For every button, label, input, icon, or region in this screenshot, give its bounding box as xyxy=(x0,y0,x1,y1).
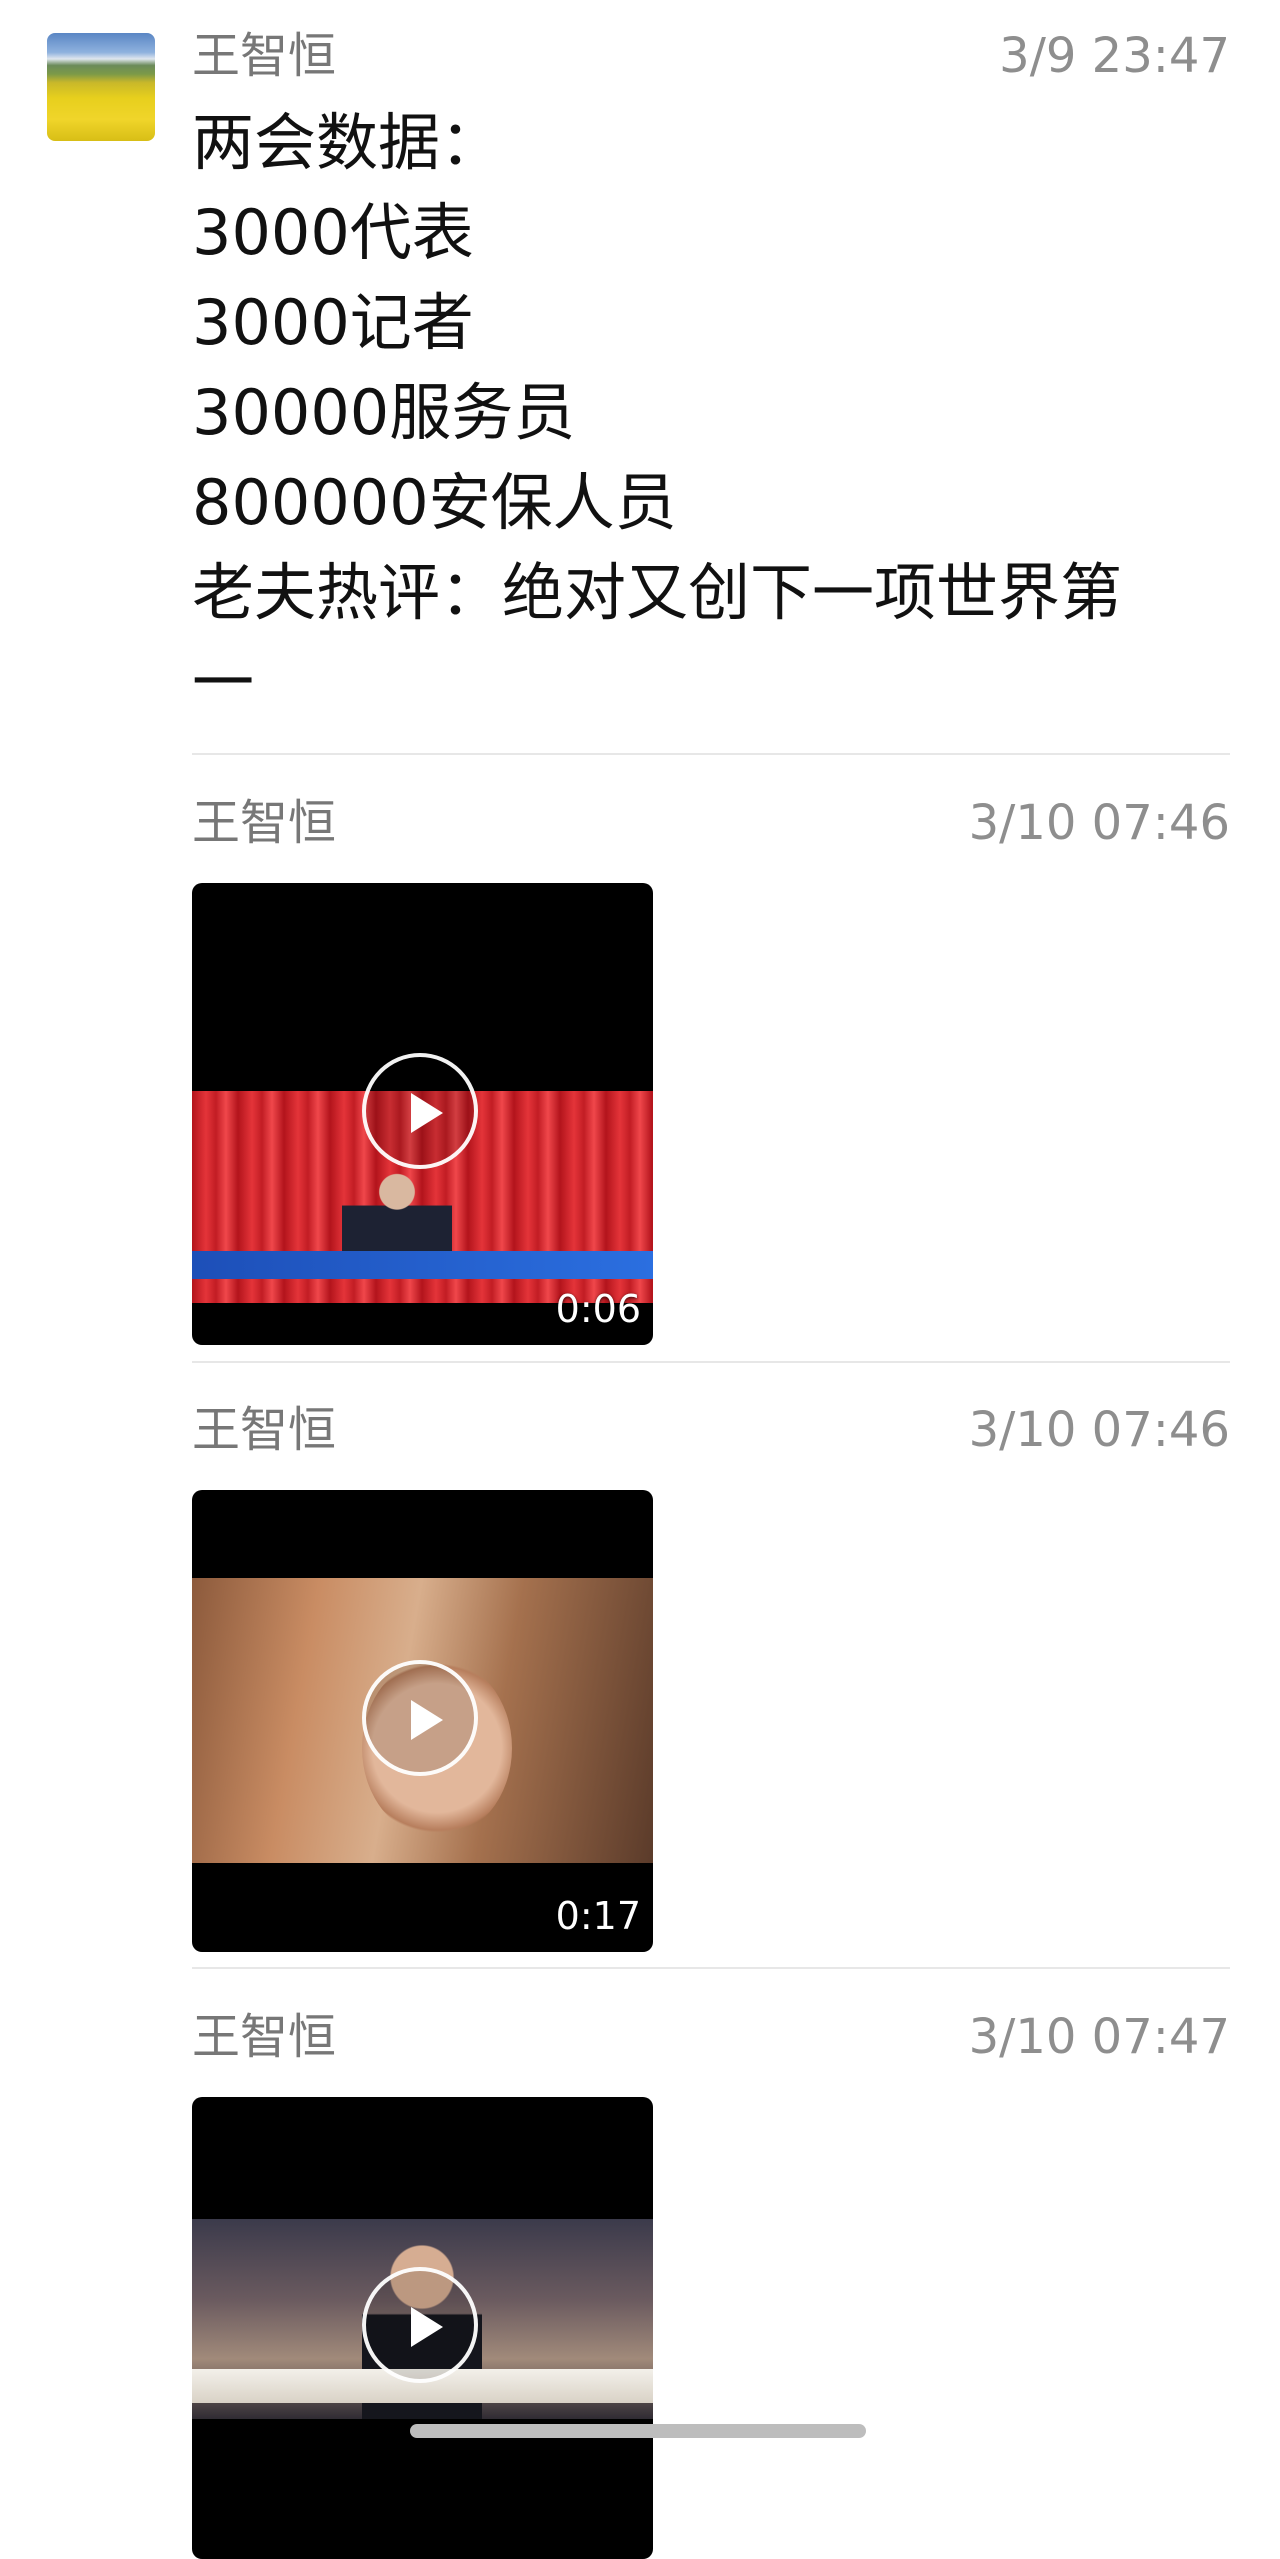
play-icon[interactable] xyxy=(362,2267,478,2383)
message-line: 3000记者 xyxy=(192,286,474,359)
message-time: 3/10 07:46 xyxy=(968,795,1230,851)
sender-name[interactable]: 王智恒 xyxy=(192,2007,336,2067)
home-indicator[interactable] xyxy=(410,2424,866,2438)
message-line: 一 xyxy=(192,646,255,719)
message-line: 800000安保人员 xyxy=(192,466,677,539)
message-time: 3/10 07:47 xyxy=(968,2009,1230,2065)
message-line: 30000服务员 xyxy=(192,376,576,449)
message-line: 两会数据： xyxy=(192,106,503,179)
message-divider xyxy=(192,1361,1230,1363)
news-ticker xyxy=(192,1251,653,1279)
message-item: 王智恒 3/9 23:47 两会数据： 3000代表 3000记者 30000服… xyxy=(192,26,1230,726)
video-thumbnail[interactable] xyxy=(192,2097,653,2559)
play-icon[interactable] xyxy=(362,1660,478,1776)
message-divider xyxy=(192,753,1230,755)
avatar[interactable] xyxy=(47,33,155,141)
message-item: 王智恒 3/10 07:47 xyxy=(192,2007,1230,2559)
video-duration: 0:06 xyxy=(555,1287,641,1331)
message-time: 3/10 07:46 xyxy=(968,1402,1230,1458)
message-text: 两会数据： 3000代表 3000记者 30000服务员 800000安保人员 … xyxy=(192,98,1230,728)
message-divider xyxy=(192,1967,1230,1969)
message-time: 3/9 23:47 xyxy=(999,28,1230,84)
video-duration: 0:17 xyxy=(555,1894,641,1938)
play-icon[interactable] xyxy=(362,1053,478,1169)
message-item: 王智恒 3/10 07:46 0:06 xyxy=(192,793,1230,1353)
sender-name[interactable]: 王智恒 xyxy=(192,1400,336,1460)
video-thumbnail[interactable]: 0:17 xyxy=(192,1490,653,1952)
sender-name[interactable]: 王智恒 xyxy=(192,793,336,853)
message-line: 老夫热评：绝对又创下一项世界第 xyxy=(192,556,1123,629)
message-item: 王智恒 3/10 07:46 0:17 xyxy=(192,1400,1230,1960)
message-line: 3000代表 xyxy=(192,196,474,269)
sender-name[interactable]: 王智恒 xyxy=(192,26,336,86)
video-thumbnail[interactable]: 0:06 xyxy=(192,883,653,1345)
